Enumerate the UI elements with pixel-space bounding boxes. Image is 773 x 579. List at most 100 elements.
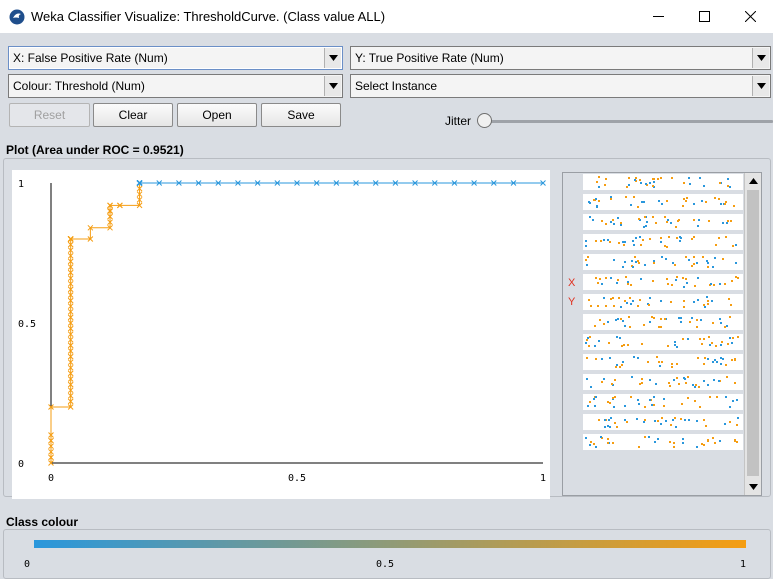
- attribute-point: [594, 345, 596, 347]
- attribute-point: [696, 420, 698, 422]
- attribute-row-plot: [585, 256, 737, 268]
- instance-select[interactable]: Select Instance: [350, 74, 771, 98]
- attribute-point: [623, 244, 625, 246]
- scroll-down-icon[interactable]: [745, 479, 761, 495]
- y-axis-select[interactable]: Y: True Positive Rate (Num): [350, 46, 771, 70]
- scroll-up-icon[interactable]: [745, 173, 761, 189]
- chevron-down-icon: [324, 76, 341, 96]
- attribute-point: [627, 283, 629, 285]
- attribute-point: [682, 442, 684, 444]
- attribute-row[interactable]: [583, 234, 743, 250]
- attribute-row[interactable]: [583, 254, 743, 270]
- jitter-slider-track[interactable]: [484, 120, 773, 123]
- attribute-row[interactable]: [583, 414, 743, 430]
- jitter-label: Jitter: [445, 114, 472, 128]
- minimize-button[interactable]: [635, 0, 681, 33]
- attribute-row[interactable]: [583, 354, 743, 370]
- attribute-point: [643, 421, 645, 423]
- attribute-row[interactable]: [583, 294, 743, 310]
- attribute-point: [735, 276, 737, 278]
- attribute-point: [644, 406, 646, 408]
- attribute-point: [607, 321, 609, 323]
- minimize-icon: [652, 16, 664, 17]
- attribute-point: [609, 357, 611, 359]
- attribute-point: [686, 197, 688, 199]
- attribute-row[interactable]: [583, 434, 743, 450]
- attribute-row-plot: [585, 436, 738, 448]
- attribute-point: [653, 181, 655, 183]
- attribute-point: [683, 286, 685, 288]
- attribute-point: [729, 316, 731, 318]
- attribute-point: [670, 301, 672, 303]
- attribute-row[interactable]: [583, 314, 743, 330]
- attribute-point: [737, 417, 739, 419]
- attribute-row[interactable]: [583, 394, 743, 410]
- attribute-point: [637, 399, 639, 401]
- attribute-point: [626, 302, 628, 304]
- attribute-point: [590, 386, 592, 388]
- maximize-button[interactable]: [681, 0, 727, 33]
- attribute-point: [620, 306, 622, 308]
- attribute-point: [633, 356, 635, 358]
- attribute-row[interactable]: [583, 194, 743, 210]
- attribute-point: [722, 258, 724, 260]
- title-bar: Weka Classifier Visualize: ThresholdCurv…: [0, 0, 773, 33]
- attribute-scrollbar[interactable]: [744, 173, 761, 495]
- attribute-point: [599, 319, 601, 321]
- attribute-point: [620, 222, 622, 224]
- y-tick-label: 0: [18, 459, 24, 470]
- attribute-point: [694, 400, 696, 402]
- attribute-point: [653, 260, 655, 262]
- attribute-point: [703, 444, 705, 446]
- attribute-point: [720, 203, 722, 205]
- attribute-point: [599, 278, 601, 280]
- attribute-point: [586, 378, 588, 380]
- attribute-point: [726, 222, 728, 224]
- attribute-point: [640, 278, 642, 280]
- attribute-point: [693, 219, 695, 221]
- attribute-row-plot: [586, 376, 736, 388]
- attribute-row[interactable]: [583, 214, 743, 230]
- attribute-point: [619, 366, 621, 368]
- attribute-point: [659, 365, 661, 367]
- attribute-point: [631, 376, 633, 378]
- attribute-point: [715, 345, 717, 347]
- attribute-point: [714, 197, 716, 199]
- attribute-point: [672, 419, 674, 421]
- attribute-point: [701, 343, 703, 345]
- scroll-thumb[interactable]: [747, 190, 759, 476]
- attribute-row[interactable]: [583, 174, 743, 190]
- colour-select[interactable]: Colour: Threshold (Num): [8, 74, 343, 98]
- open-button[interactable]: Open: [177, 103, 257, 127]
- attribute-point: [709, 344, 711, 346]
- attribute-row[interactable]: [583, 374, 743, 390]
- close-button[interactable]: [727, 0, 773, 33]
- attribute-point: [624, 325, 626, 327]
- attribute-row-plot: [585, 236, 737, 248]
- attribute-row[interactable]: [583, 274, 743, 290]
- attribute-point: [685, 256, 687, 258]
- attribute-point: [639, 383, 641, 385]
- attribute-point: [714, 359, 716, 361]
- attribute-point: [707, 266, 709, 268]
- attribute-point: [679, 240, 681, 242]
- save-button[interactable]: Save: [261, 103, 341, 127]
- plot-area[interactable]: 1 0.5 0 0 0.5 1: [12, 170, 550, 499]
- clear-button[interactable]: Clear: [93, 103, 173, 127]
- attribute-point: [696, 262, 698, 264]
- attribute-point: [617, 318, 619, 320]
- attribute-point: [684, 419, 686, 421]
- x-axis-select[interactable]: X: False Positive Rate (Num): [8, 46, 343, 70]
- jitter-slider-thumb[interactable]: [477, 113, 492, 128]
- attribute-point: [586, 339, 588, 341]
- attribute-row[interactable]: [583, 334, 743, 350]
- reset-button[interactable]: Reset: [9, 103, 90, 127]
- attribute-point: [651, 404, 653, 406]
- attribute-point: [604, 419, 606, 421]
- attribute-point: [596, 181, 598, 183]
- attribute-point: [588, 299, 590, 301]
- attribute-point: [638, 218, 640, 220]
- attribute-point: [675, 426, 677, 428]
- attribute-point: [603, 378, 605, 380]
- attribute-point: [610, 417, 612, 419]
